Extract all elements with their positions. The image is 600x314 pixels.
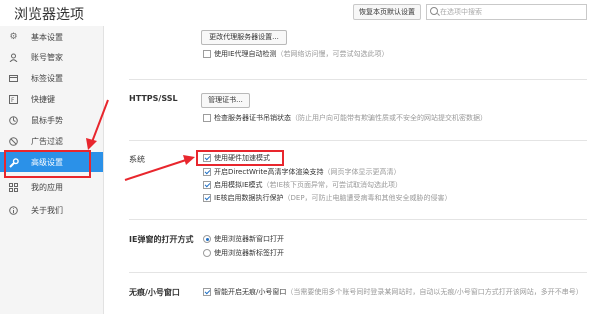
annotation-arrows (86, 99, 195, 181)
arrow-head-sidebar (86, 138, 97, 150)
arrow-to-hw-accel (124, 159, 187, 181)
arrow-to-sidebar (91, 99, 109, 143)
arrow-head-hw-accel (183, 155, 195, 165)
